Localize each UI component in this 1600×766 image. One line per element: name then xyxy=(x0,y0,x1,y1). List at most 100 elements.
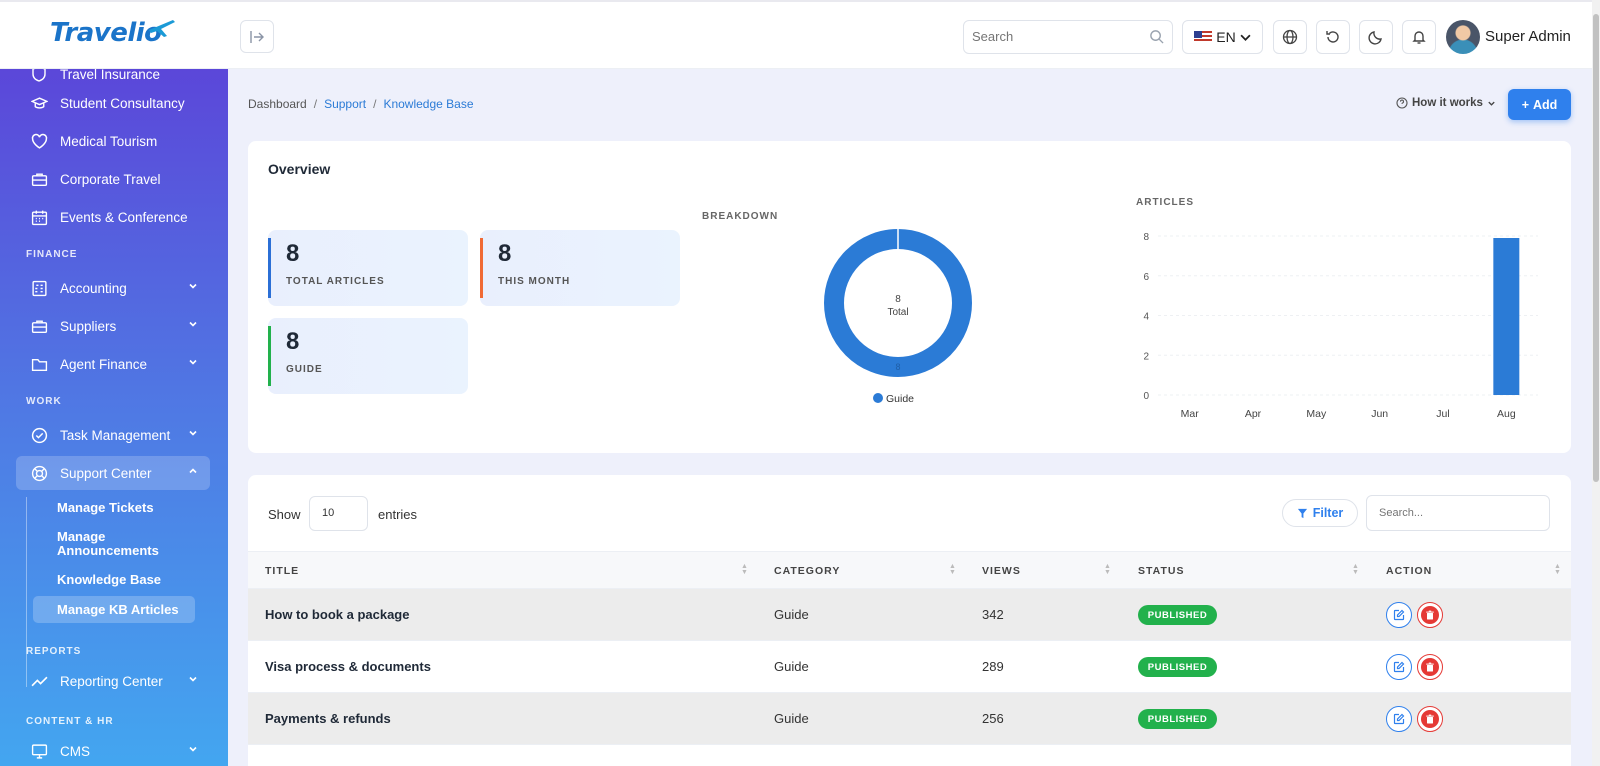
sidebar-item-agent-finance[interactable]: Agent Finance xyxy=(16,347,210,381)
edit-button[interactable] xyxy=(1386,706,1412,732)
top-bar: Travelio EN Super Admin xyxy=(0,0,1592,69)
table-search[interactable] xyxy=(1366,495,1550,531)
donut-slice-label: 8 xyxy=(895,362,900,372)
sort-icon[interactable]: ▲ ▼ xyxy=(1554,563,1561,576)
column-header-category[interactable]: CATEGORY xyxy=(774,565,840,577)
heart-icon xyxy=(30,132,48,150)
edit-icon xyxy=(1393,661,1405,673)
refresh-button[interactable] xyxy=(1316,20,1350,54)
delete-button[interactable] xyxy=(1417,654,1443,680)
sidebar-subitem-manage-announcements[interactable]: Manage Announcements xyxy=(33,530,163,558)
us-flag-icon xyxy=(1194,31,1213,43)
stat-accent-bar xyxy=(480,238,483,298)
chevron-down-icon xyxy=(189,746,197,752)
donut-center-label: Total xyxy=(887,307,908,318)
breadcrumb: Dashboard / Support / Knowledge Base xyxy=(248,97,474,111)
stat-label: TOTAL ARTICLES xyxy=(286,276,385,287)
sidebar-item-medical-tourism[interactable]: Medical Tourism xyxy=(16,124,210,158)
sidebar-subitem-knowledge-base[interactable]: Knowledge Base xyxy=(33,573,195,587)
stat-accent-bar xyxy=(268,326,271,386)
stat-value: 8 xyxy=(286,240,300,267)
edit-icon xyxy=(1393,713,1405,725)
brand-logo[interactable]: Travelio xyxy=(50,18,162,48)
theme-toggle-button[interactable] xyxy=(1359,20,1393,54)
sort-icon[interactable]: ▲ ▼ xyxy=(949,563,956,576)
donut-center-value: 8 xyxy=(895,294,901,305)
bar[interactable] xyxy=(1493,238,1520,395)
sidebar-item-support-center[interactable]: Support Center xyxy=(16,456,210,490)
cell-views: 256 xyxy=(982,711,1004,726)
x-tick-label: Apr xyxy=(1245,408,1262,420)
articles-bar-chart: 0 2 4 6 8 Mar Apr May Jun Jul Aug xyxy=(1143,232,1538,420)
sidebar-item-reporting-center[interactable]: Reporting Center xyxy=(16,664,210,698)
add-button-label: Add xyxy=(1533,97,1558,112)
chevron-down-icon xyxy=(189,283,197,289)
notifications-button[interactable] xyxy=(1402,20,1436,54)
edit-button[interactable] xyxy=(1386,654,1412,680)
sidebar-item-cms[interactable]: CMS xyxy=(16,734,210,766)
sort-icon[interactable]: ▲ ▼ xyxy=(1104,563,1111,576)
cell-views: 289 xyxy=(982,659,1004,674)
table-row: How to book a package Guide 342 PUBLISHE… xyxy=(248,589,1571,641)
column-header-views[interactable]: VIEWS xyxy=(982,565,1021,577)
check-circle-icon xyxy=(30,426,48,444)
page-size-input[interactable]: 10 xyxy=(309,496,368,531)
sidebar-collapse-button[interactable] xyxy=(240,20,274,53)
sidebar: Travel Insurance Student Consultancy Med… xyxy=(0,69,228,766)
stat-value: 8 xyxy=(286,328,300,355)
breakdown-chart-title: BREAKDOWN xyxy=(702,211,779,222)
delete-button[interactable] xyxy=(1417,706,1443,732)
briefcase-icon xyxy=(30,170,48,188)
sidebar-item-suppliers[interactable]: Suppliers xyxy=(16,309,210,343)
folder-icon xyxy=(30,355,48,373)
table-search-input[interactable] xyxy=(1379,507,1539,519)
edit-icon xyxy=(1393,609,1405,621)
legend-marker xyxy=(873,393,883,403)
briefcase-icon xyxy=(30,317,48,335)
how-it-works-dropdown[interactable]: How it works xyxy=(1396,97,1496,109)
lifebuoy-icon xyxy=(30,464,48,482)
sort-icon[interactable]: ▲ ▼ xyxy=(741,563,748,576)
sidebar-item-student-consultancy[interactable]: Student Consultancy xyxy=(16,86,210,120)
language-selector[interactable]: EN xyxy=(1182,20,1263,54)
sidebar-item-label: Support Center xyxy=(60,465,152,481)
global-search-input[interactable] xyxy=(972,29,1142,44)
column-header-status[interactable]: STATUS xyxy=(1138,565,1184,577)
global-search[interactable] xyxy=(963,20,1173,54)
sidebar-subitem-manage-kb-articles[interactable]: Manage KB Articles xyxy=(33,596,195,623)
add-button[interactable]: + Add xyxy=(1508,89,1571,120)
breadcrumb-support[interactable]: Support xyxy=(324,97,366,111)
sidebar-subitem-manage-tickets[interactable]: Manage Tickets xyxy=(33,501,195,515)
articles-table-card: Show 10 entries Filter TITLE ▲▼ CATEGORY… xyxy=(248,475,1571,766)
globe-button[interactable] xyxy=(1273,20,1307,54)
stat-guide: 8 GUIDE xyxy=(268,318,468,394)
status-badge: PUBLISHED xyxy=(1138,605,1217,625)
user-name[interactable]: Super Admin xyxy=(1485,28,1571,45)
sidebar-item-corporate-travel[interactable]: Corporate Travel xyxy=(16,162,210,196)
y-tick-label: 4 xyxy=(1143,312,1149,323)
column-header-title[interactable]: TITLE xyxy=(265,565,299,577)
sidebar-item-events-conference[interactable]: Events & Conference xyxy=(16,200,210,234)
user-avatar[interactable] xyxy=(1446,20,1480,54)
delete-button[interactable] xyxy=(1417,602,1443,628)
sidebar-item-task-management[interactable]: Task Management xyxy=(16,418,210,452)
trend-line-icon xyxy=(30,672,48,690)
stat-label: THIS MONTH xyxy=(498,276,571,287)
cell-title: How to book a package xyxy=(265,607,410,622)
stat-label: GUIDE xyxy=(286,364,323,375)
page-scrollbar-thumb[interactable] xyxy=(1593,14,1599,482)
breadcrumb-separator: / xyxy=(373,97,377,111)
legend-label[interactable]: Guide xyxy=(886,393,914,405)
edit-button[interactable] xyxy=(1386,602,1412,628)
column-header-action[interactable]: ACTION xyxy=(1386,565,1432,577)
sidebar-item-accounting[interactable]: Accounting xyxy=(16,271,210,305)
sidebar-item-label: Suppliers xyxy=(60,318,117,334)
stat-total-articles: 8 TOTAL ARTICLES xyxy=(268,230,468,306)
chevron-up-icon xyxy=(189,468,197,474)
shield-icon xyxy=(30,69,48,83)
breadcrumb-dashboard[interactable]: Dashboard xyxy=(248,97,307,111)
cell-category: Guide xyxy=(774,659,809,674)
filter-button[interactable]: Filter xyxy=(1282,499,1358,527)
sort-icon[interactable]: ▲ ▼ xyxy=(1352,563,1359,576)
cell-category: Guide xyxy=(774,711,809,726)
